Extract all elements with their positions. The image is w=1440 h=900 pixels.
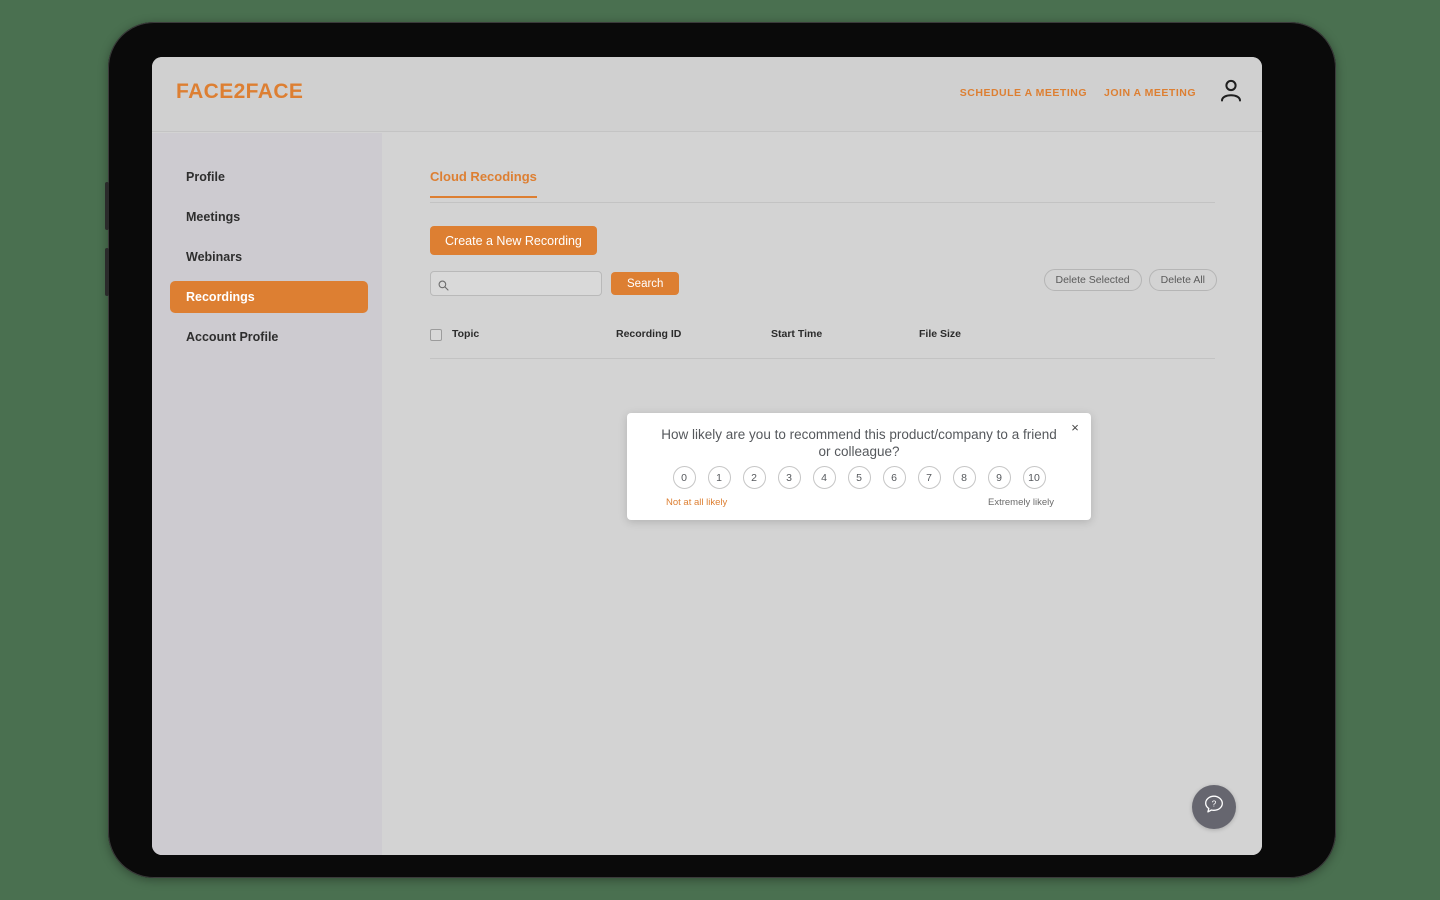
sidebar-item-recordings[interactable]: Recordings — [170, 281, 368, 313]
schedule-a-meeting-link[interactable]: SCHEDULE A MEETING — [960, 87, 1087, 99]
brand-logo[interactable]: FACE2FACE — [176, 80, 303, 104]
nps-score-6[interactable]: 6 — [882, 466, 906, 489]
bulk-actions: Delete Selected Delete All — [1043, 269, 1217, 291]
sidebar-item-account-profile[interactable]: Account Profile — [170, 321, 368, 353]
sidebar: Profile Meetings Webinars Recordings Acc… — [152, 133, 382, 855]
column-header-file-size: File Size — [919, 328, 962, 340]
help-question-icon: ? — [1202, 793, 1226, 822]
nps-score-1[interactable]: 1 — [707, 466, 731, 489]
create-new-recording-button[interactable]: Create a New Recording — [430, 226, 597, 255]
column-header-topic: Topic — [452, 328, 480, 340]
sidebar-item-label: Webinars — [186, 250, 243, 264]
table-header-row: Topic Recording ID Start Time File Size — [430, 328, 1215, 359]
header-nav: SCHEDULE A MEETING JOIN A MEETING — [960, 79, 1246, 105]
nps-score-4[interactable]: 4 — [812, 466, 836, 489]
select-all-checkbox[interactable] — [430, 329, 442, 341]
help-button[interactable]: ? — [1192, 785, 1236, 829]
search-button[interactable]: Search — [611, 272, 680, 295]
sidebar-menu: Profile Meetings Webinars Recordings Acc… — [152, 133, 382, 353]
sidebar-item-webinars[interactable]: Webinars — [170, 241, 368, 273]
volume-up-button[interactable] — [105, 182, 109, 230]
search-input[interactable] — [449, 273, 597, 294]
tab-bar: Cloud Recodings — [430, 168, 1215, 203]
user-avatar-icon[interactable] — [1216, 75, 1246, 105]
nps-question-text: How likely are you to recommend this pro… — [661, 427, 1057, 459]
nps-score-5[interactable]: 5 — [847, 466, 871, 489]
delete-selected-button[interactable]: Delete Selected — [1043, 269, 1142, 291]
sidebar-item-label: Profile — [186, 170, 225, 184]
nps-score-scale: 0 1 2 3 4 5 6 7 8 9 10 — [627, 466, 1091, 489]
app-header: FACE2FACE SCHEDULE A MEETING JOIN A MEET… — [152, 57, 1262, 132]
nps-score-10[interactable]: 10 — [1022, 466, 1046, 489]
column-header-start-time: Start Time — [771, 328, 823, 340]
nps-anchor-labels: Not at all likely Extremely likely — [666, 497, 1054, 508]
tablet-device-frame: FACE2FACE SCHEDULE A MEETING JOIN A MEET… — [105, 22, 1336, 878]
recordings-table: Topic Recording ID Start Time File Size — [430, 328, 1215, 359]
column-header-recording-id: Recording ID — [616, 328, 682, 340]
nps-score-0[interactable]: 0 — [672, 466, 696, 489]
nps-anchor-high: Extremely likely — [988, 497, 1054, 508]
join-a-meeting-link[interactable]: JOIN A MEETING — [1104, 87, 1196, 99]
search-box[interactable] — [430, 271, 602, 296]
tab-cloud-recordings[interactable]: Cloud Recodings — [430, 169, 537, 198]
nps-score-3[interactable]: 3 — [777, 466, 801, 489]
nps-score-9[interactable]: 9 — [987, 466, 1011, 489]
sidebar-item-label: Recordings — [186, 290, 255, 304]
sidebar-item-label: Meetings — [186, 210, 241, 224]
search-row: Search — [430, 271, 680, 296]
volume-down-button[interactable] — [105, 248, 109, 296]
sidebar-item-label: Account Profile — [186, 330, 279, 344]
nps-survey-modal: × How likely are you to recommend this p… — [627, 413, 1091, 520]
search-icon — [438, 278, 449, 291]
page-root: FACE2FACE SCHEDULE A MEETING JOIN A MEET… — [0, 0, 1440, 900]
sidebar-item-meetings[interactable]: Meetings — [170, 201, 368, 233]
nps-score-7[interactable]: 7 — [917, 466, 941, 489]
tablet-screen: FACE2FACE SCHEDULE A MEETING JOIN A MEET… — [152, 57, 1262, 855]
nps-score-2[interactable]: 2 — [742, 466, 766, 489]
nps-anchor-low: Not at all likely — [666, 497, 728, 508]
svg-text:?: ? — [1212, 798, 1217, 808]
sidebar-item-profile[interactable]: Profile — [170, 161, 368, 193]
delete-all-button[interactable]: Delete All — [1148, 269, 1217, 291]
nps-score-8[interactable]: 8 — [952, 466, 976, 489]
select-all-checkbox-cell — [430, 329, 442, 341]
